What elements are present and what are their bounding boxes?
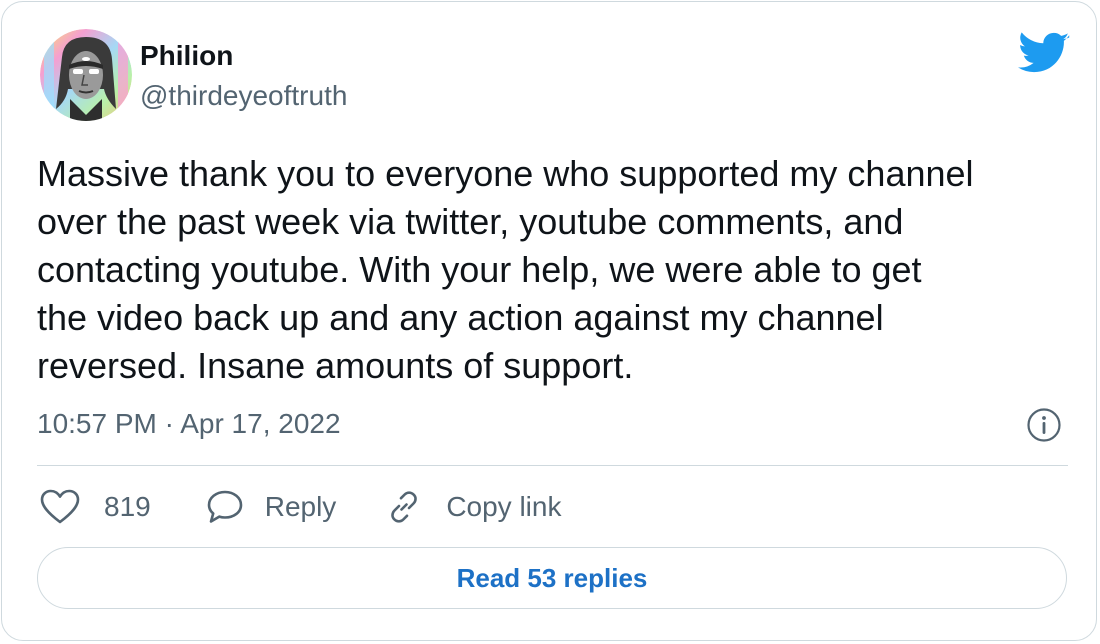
- link-icon: [386, 489, 422, 525]
- tweet-card: Philion @thirdeyeoftruth Massive thank y…: [1, 1, 1097, 641]
- like-button[interactable]: 819: [40, 489, 151, 525]
- timestamp-separator: ·: [156, 408, 181, 439]
- twitter-bird-icon[interactable]: [1018, 32, 1070, 76]
- reply-label: Reply: [264, 491, 337, 522]
- avatar[interactable]: [40, 29, 132, 121]
- speech-bubble-icon: [207, 490, 243, 524]
- author-display-name[interactable]: Philion: [140, 40, 233, 72]
- tweet-timestamp[interactable]: 10:57 PM · Apr 17, 2022: [37, 406, 341, 442]
- divider: [37, 465, 1068, 466]
- tweet-time: 10:57 PM: [37, 408, 157, 439]
- info-icon[interactable]: [1026, 407, 1062, 443]
- copy-link-button[interactable]: Copy link: [386, 489, 561, 525]
- like-count: 819: [104, 491, 151, 522]
- avatar-image: [40, 29, 132, 121]
- tweet-date: Apr 17, 2022: [180, 408, 341, 439]
- heart-icon: [40, 489, 80, 525]
- read-replies-button[interactable]: Read 53 replies: [37, 547, 1067, 609]
- tweet-text: Massive thank you to everyone who suppor…: [37, 153, 974, 386]
- copy-link-label: Copy link: [446, 491, 562, 522]
- reply-button[interactable]: Reply: [207, 490, 337, 524]
- action-bar: 819 Reply Copy link: [40, 482, 561, 532]
- author-handle[interactable]: @thirdeyeoftruth: [140, 80, 347, 112]
